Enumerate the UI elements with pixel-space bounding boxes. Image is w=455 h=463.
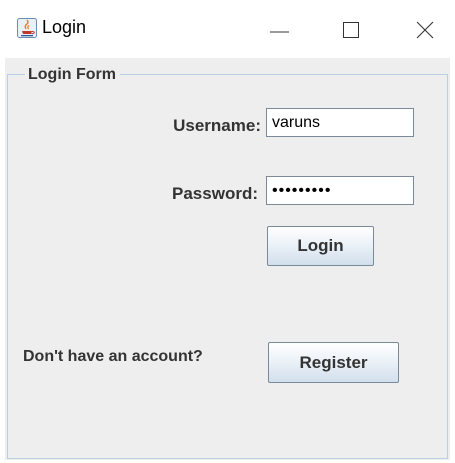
username-field[interactable] [266, 108, 414, 137]
minimize-icon[interactable] [258, 10, 302, 50]
login-button[interactable]: Login [267, 226, 374, 266]
account-prompt: Don't have an account? [23, 348, 203, 365]
group-title: Login Form [25, 66, 120, 84]
title-bar[interactable]: Login [0, 0, 455, 58]
login-window: Login Login Form Username: Password: Log… [0, 0, 455, 463]
maximize-icon[interactable] [328, 10, 372, 50]
register-button[interactable]: Register [268, 342, 399, 383]
username-label: Username: [173, 116, 261, 135]
content-pane: Login Form Username: Password: Login Don… [5, 58, 450, 460]
password-label: Password: [172, 184, 258, 203]
password-field[interactable] [266, 176, 414, 205]
close-icon[interactable] [404, 10, 448, 50]
java-icon[interactable] [17, 18, 37, 38]
window-title: Login [42, 17, 87, 37]
